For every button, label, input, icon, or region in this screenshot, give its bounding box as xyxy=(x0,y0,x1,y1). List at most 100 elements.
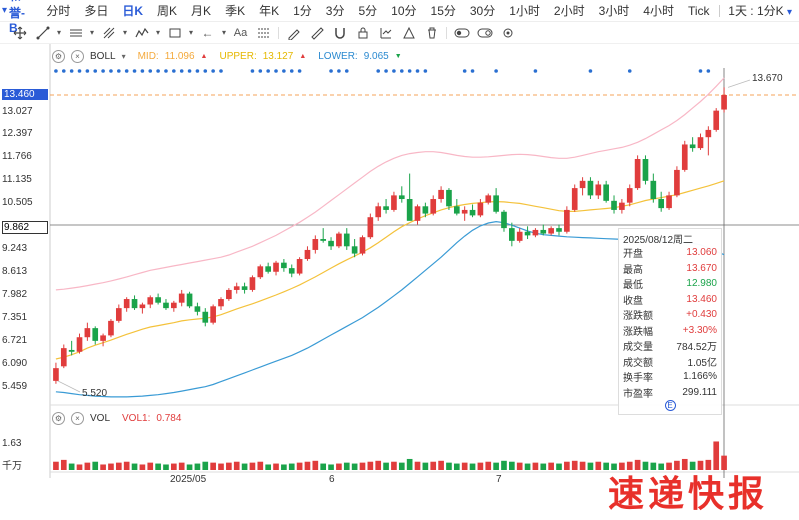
event-dot-icon xyxy=(179,69,184,73)
volume-bar xyxy=(202,461,209,470)
candle-body xyxy=(564,209,570,232)
candle-body xyxy=(524,231,531,236)
volume-bar xyxy=(391,461,397,470)
event-dot-icon xyxy=(258,69,263,73)
candle-tooltip: 2025/08/12周二 开盘 13.060 最高 13.670 最低 12.980 收盘 1… xyxy=(618,228,722,415)
event-dot-icon xyxy=(337,69,341,73)
candle-body xyxy=(241,286,248,290)
candle-body xyxy=(383,206,389,210)
event-dot-icon xyxy=(156,69,160,73)
candle-body xyxy=(587,180,594,196)
candle-body xyxy=(68,349,75,352)
candle-body xyxy=(619,202,625,210)
candle-body xyxy=(92,328,99,341)
candle-body xyxy=(53,368,59,381)
event-dot-icon xyxy=(282,69,286,73)
tooltip-row: 收盘 13.460 xyxy=(623,292,717,308)
volume-bar xyxy=(53,461,59,470)
event-dot-icon xyxy=(407,69,412,73)
event-dot-icon xyxy=(148,69,153,73)
candle-body xyxy=(312,239,319,250)
event-dot-icon xyxy=(61,69,66,73)
price-tick: 10.505 xyxy=(2,197,33,208)
candle-body xyxy=(178,293,185,303)
volume-bar xyxy=(414,461,421,470)
candle-body xyxy=(430,199,437,214)
volume-bar xyxy=(446,462,452,470)
candle-body xyxy=(603,184,609,201)
candle-body xyxy=(343,233,350,247)
candle-body xyxy=(84,328,91,338)
candle-body xyxy=(516,231,523,241)
candle-body xyxy=(304,249,311,260)
volume-bar xyxy=(375,460,382,470)
high-price-label: 13.670 xyxy=(752,73,783,84)
price-tick: 6.090 xyxy=(2,358,28,369)
candle-body xyxy=(163,302,169,309)
tooltip-rows: 开盘 13.060 最高 13.670 最低 12.980 收盘 13.460 涨跌额 +0.43… xyxy=(623,245,717,400)
volume-bar xyxy=(571,460,578,470)
tooltip-value: +0.430 xyxy=(686,309,717,321)
volume-bar xyxy=(485,461,492,470)
tooltip-value: 13.460 xyxy=(686,293,717,305)
candle-body xyxy=(548,228,554,234)
event-dot-icon xyxy=(289,69,294,73)
candle-body xyxy=(328,240,334,247)
candle-body xyxy=(288,268,295,274)
candle-body xyxy=(453,206,460,214)
candle-body xyxy=(171,302,177,309)
volume-bar xyxy=(60,459,67,470)
volume-bar xyxy=(163,464,169,470)
event-dot-icon xyxy=(274,69,278,73)
event-dot-icon xyxy=(187,69,192,73)
candle-body xyxy=(218,299,224,307)
price-tick: 7.351 xyxy=(2,312,28,323)
candle-body xyxy=(202,311,209,323)
candle-body xyxy=(406,199,413,221)
candle-body xyxy=(469,209,476,216)
price-tick: 11.135 xyxy=(2,174,32,185)
price-tick: 13.027 xyxy=(2,106,33,117)
volume-bar xyxy=(115,462,122,470)
candle-body xyxy=(155,297,161,303)
tooltip-key: 成交额 xyxy=(623,357,653,369)
candle-body xyxy=(634,159,641,189)
event-dot-icon xyxy=(85,69,90,73)
candle-body xyxy=(226,289,232,300)
event-dot-icon xyxy=(344,69,349,73)
volume-bar xyxy=(304,461,311,470)
event-dot-icon xyxy=(164,69,168,73)
event-dot-icon xyxy=(329,69,333,73)
watermark-text: 速递快报 xyxy=(607,473,768,516)
candle-body xyxy=(540,229,547,234)
volume-bar xyxy=(171,463,177,470)
candle-body xyxy=(273,262,279,272)
tooltip-value: 13.670 xyxy=(686,262,717,274)
tooltip-row: 涨跌幅 +3.30% xyxy=(623,323,717,339)
volume-bar xyxy=(296,462,303,470)
volume-bar xyxy=(422,462,429,470)
candle-body xyxy=(320,239,327,241)
tooltip-value: 12.980 xyxy=(686,278,717,290)
volume-bar xyxy=(367,461,374,470)
candle-body xyxy=(721,95,727,110)
candle-body xyxy=(422,206,429,214)
volume-bar xyxy=(501,460,507,470)
volume-bar xyxy=(461,462,468,470)
event-dot-icon xyxy=(54,69,58,73)
tooltip-e-icon[interactable]: E xyxy=(623,400,717,412)
price-tick: 12.397 xyxy=(2,128,33,139)
price-tick: 9.243 xyxy=(2,243,28,254)
tooltip-key: 成交量 xyxy=(623,342,653,354)
volume-bar xyxy=(76,464,83,470)
candle-body xyxy=(571,188,578,210)
candle-body xyxy=(60,348,67,367)
candle-body xyxy=(674,169,680,196)
tooltip-key: 最高 xyxy=(623,264,643,276)
tooltip-value: +3.30% xyxy=(682,324,717,336)
event-dot-icon xyxy=(384,69,388,73)
tooltip-value: 1.166% xyxy=(683,371,717,383)
volume-bar xyxy=(516,462,523,470)
volume-bar xyxy=(265,464,271,470)
volume-bar xyxy=(281,464,287,470)
